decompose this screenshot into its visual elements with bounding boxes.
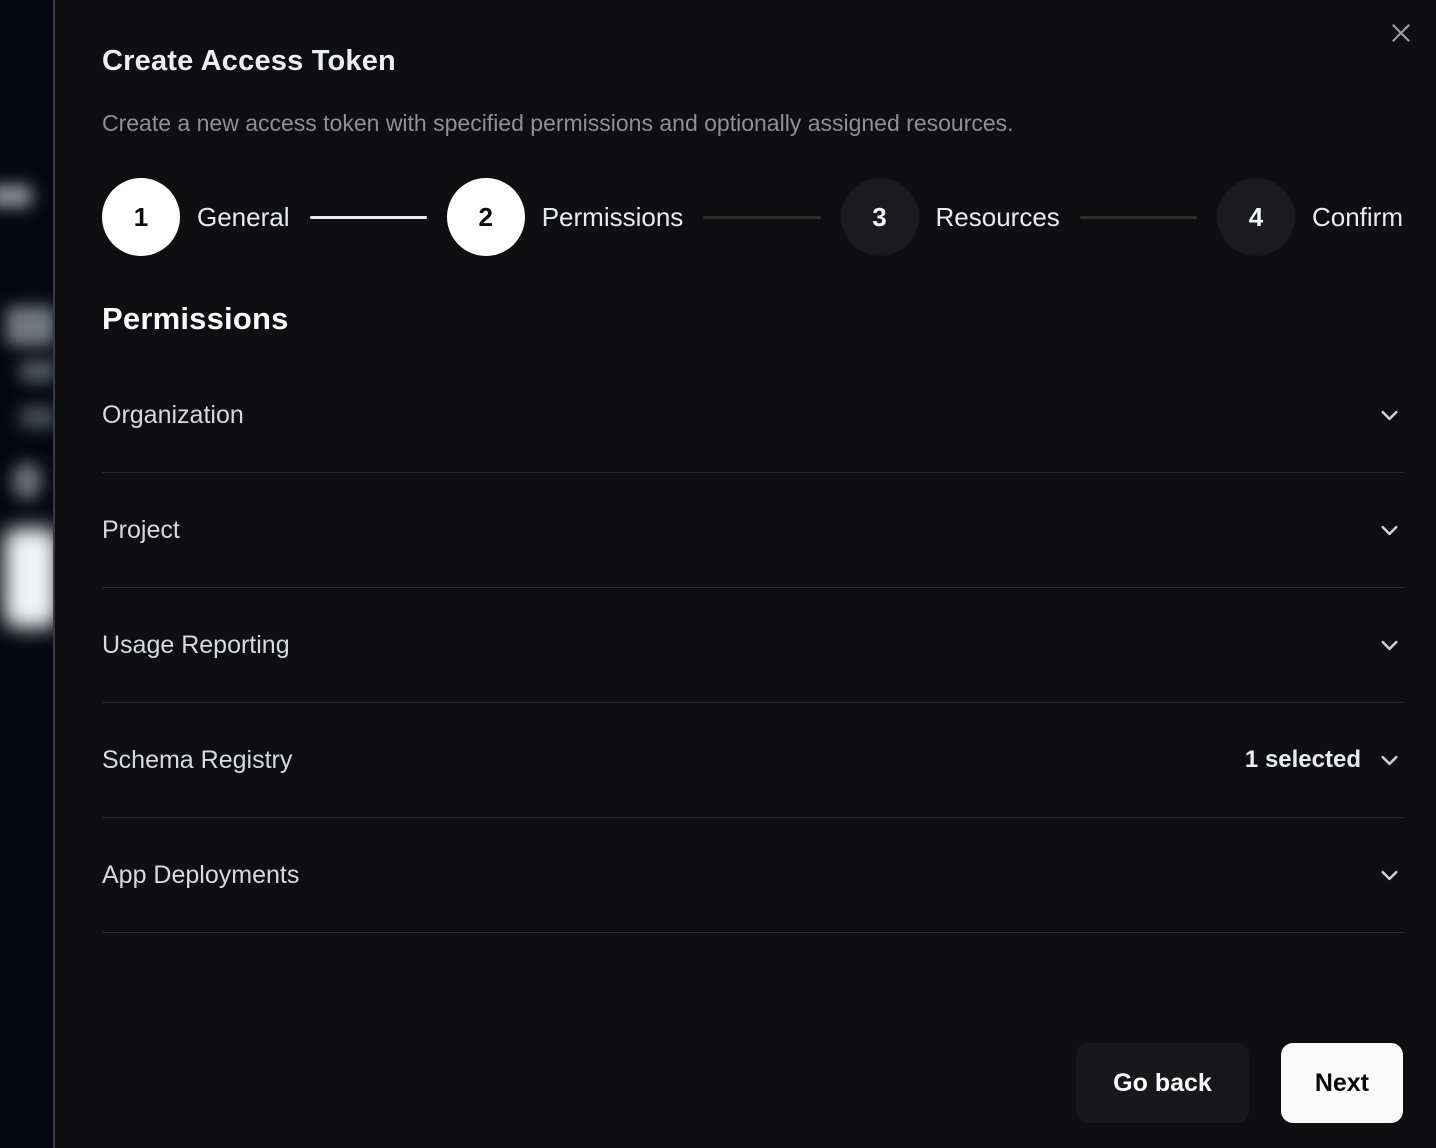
permission-groups-list: Organization Project Usage [102, 358, 1403, 933]
stepper-connector [310, 216, 427, 219]
permission-row-organization[interactable]: Organization [102, 358, 1403, 473]
permission-row-label: Project [102, 515, 180, 545]
permission-row-label: Schema Registry [102, 745, 292, 775]
stepper-step-resources[interactable]: 3 Resources [841, 178, 1060, 256]
background-app-strip [0, 0, 53, 1148]
step-label: General [197, 202, 290, 233]
step-label: Confirm [1312, 202, 1403, 233]
permission-row-label: App Deployments [102, 860, 299, 890]
next-button[interactable]: Next [1281, 1043, 1403, 1123]
wizard-stepper: 1 General 2 Permissions 3 Resources 4 Co… [102, 178, 1403, 256]
backdrop-blurred-item [20, 406, 53, 428]
selection-count: 1 selected [1245, 746, 1361, 774]
step-number-badge: 3 [841, 178, 919, 256]
section-heading-permissions: Permissions [102, 300, 1403, 338]
step-label: Resources [936, 202, 1060, 233]
permission-row-app-deployments[interactable]: App Deployments [102, 818, 1403, 933]
permission-row-label: Organization [102, 400, 244, 430]
backdrop-blurred-item [4, 528, 53, 628]
step-number-badge: 1 [102, 178, 180, 256]
chevron-down-icon [1376, 632, 1403, 659]
stepper-step-permissions[interactable]: 2 Permissions [447, 178, 684, 256]
chevron-down-icon [1376, 517, 1403, 544]
permission-row-schema-registry[interactable]: Schema Registry 1 selected [102, 703, 1403, 818]
chevron-down-icon [1376, 747, 1403, 774]
permission-row-label: Usage Reporting [102, 630, 290, 660]
app-window: Create Access Token Create a new access … [0, 0, 1436, 1148]
create-access-token-modal: Create Access Token Create a new access … [53, 0, 1436, 1148]
stepper-connector [1080, 216, 1197, 219]
close-button[interactable] [1386, 18, 1416, 48]
permission-row-project[interactable]: Project [102, 473, 1403, 588]
backdrop-blurred-item [0, 185, 32, 207]
modal-subtitle: Create a new access token with specified… [102, 109, 1403, 137]
go-back-button[interactable]: Go back [1076, 1043, 1249, 1123]
backdrop-blurred-item [12, 462, 42, 500]
modal-footer: Go back Next [102, 1043, 1403, 1123]
stepper-connector [703, 216, 820, 219]
step-number-badge: 2 [447, 178, 525, 256]
step-number-badge: 4 [1217, 178, 1295, 256]
step-label: Permissions [542, 202, 684, 233]
stepper-step-confirm[interactable]: 4 Confirm [1217, 178, 1403, 256]
permission-row-usage-reporting[interactable]: Usage Reporting [102, 588, 1403, 703]
chevron-down-icon [1376, 862, 1403, 889]
backdrop-blurred-item [20, 360, 53, 382]
modal-title: Create Access Token [102, 44, 1403, 78]
stepper-step-general[interactable]: 1 General [102, 178, 290, 256]
backdrop-blurred-item [6, 306, 53, 346]
chevron-down-icon [1376, 402, 1403, 429]
close-icon [1388, 20, 1414, 46]
